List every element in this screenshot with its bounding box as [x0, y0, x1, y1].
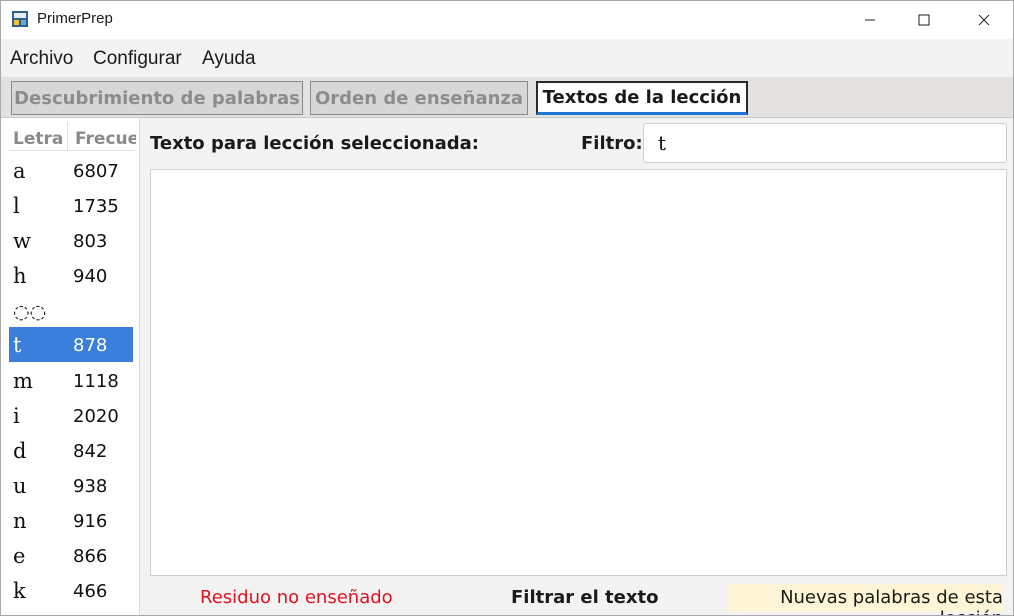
minimize-icon: [865, 19, 875, 21]
new-words-label: Nuevas palabras de esta lección: [780, 587, 1003, 615]
list-item-letter: a: [13, 159, 26, 183]
list-item-frequency: 803: [73, 231, 108, 252]
tab-descubrimiento-de-palabras[interactable]: Descubrimiento de palabras: [11, 81, 303, 115]
window-title: PrimerPrep: [37, 10, 113, 27]
list-item-letter: k: [13, 579, 26, 603]
list-item[interactable]: h 940: [9, 258, 133, 293]
tab-orden-de-ensenanza[interactable]: Orden de enseñanza: [310, 81, 528, 115]
list-header: Letra Frecuencia: [9, 122, 136, 151]
list-item[interactable]: a 6807: [9, 153, 133, 188]
list-item-frequency: 466: [73, 581, 108, 602]
column-header-frequency-cell[interactable]: Frecuencia: [67, 122, 136, 150]
close-button[interactable]: [961, 1, 1007, 39]
list-item-letter: t: [13, 333, 22, 357]
menu-configurar[interactable]: Configurar: [93, 48, 182, 70]
app-window: PrimerPrep Archivo Configurar Ayuda Desc…: [0, 0, 1014, 616]
list-item-frequency: 916: [73, 511, 108, 532]
list-item[interactable]: u 938: [9, 468, 133, 503]
list-item-frequency: 1118: [73, 371, 119, 392]
list-item-frequency: 866: [73, 546, 108, 567]
letter-list[interactable]: Letra Frecuencia a 6807 l 1735 w 803 h 9…: [1, 118, 140, 615]
new-words-button[interactable]: Nuevas palabras de esta lección: [727, 584, 1003, 615]
maximize-icon: [918, 14, 930, 26]
lesson-text-area[interactable]: [150, 169, 1007, 576]
list-item-letter: l: [13, 194, 20, 218]
list-item[interactable]: d 842: [9, 433, 133, 468]
app-icon: [12, 11, 28, 27]
list-item-frequency: 1735: [73, 196, 119, 217]
menu-archivo[interactable]: Archivo: [10, 48, 73, 70]
tab-label: Orden de enseñanza: [314, 87, 524, 109]
list-item[interactable]: e 866: [9, 538, 133, 573]
column-header-letter[interactable]: Letra: [13, 129, 63, 149]
list-item-letter: h: [13, 264, 27, 288]
list-item-letter: e: [13, 544, 26, 568]
list-item-letter: n: [13, 509, 27, 533]
list-item[interactable]: n 916: [9, 503, 133, 538]
list-item-selected[interactable]: t 878: [9, 327, 133, 362]
list-item[interactable]: w 803: [9, 223, 133, 258]
maximize-button[interactable]: [901, 1, 947, 39]
list-item[interactable]: ◌◌: [9, 293, 133, 328]
tab-label: Descubrimiento de palabras: [14, 87, 300, 109]
lesson-text-label: Texto para lección seleccionada:: [150, 133, 479, 154]
list-item-letter: d: [13, 439, 27, 463]
list-item[interactable]: k 466: [9, 573, 133, 608]
list-item-letter: u: [13, 474, 27, 498]
minimize-button[interactable]: [847, 1, 893, 39]
filter-label: Filtro:: [581, 133, 643, 154]
list-item-frequency: 940: [73, 266, 108, 287]
list-item-letter: m: [13, 369, 33, 393]
filter-text-button[interactable]: Filtrar el texto: [511, 587, 658, 608]
filter-input[interactable]: t: [643, 123, 1007, 163]
tab-textos-de-la-leccion[interactable]: Textos de la lección: [536, 81, 748, 115]
list-item-letter: i: [13, 404, 20, 428]
list-item[interactable]: m 1118: [9, 363, 133, 398]
list-item[interactable]: i 2020: [9, 398, 133, 433]
list-item-frequency: 878: [73, 335, 108, 356]
tab-strip: Descubrimiento de palabras Orden de ense…: [1, 77, 1013, 118]
close-icon: [978, 14, 990, 26]
list-item-frequency: 6807: [73, 161, 119, 182]
list-item-letter: ◌◌: [13, 301, 47, 323]
list-item-letter: w: [13, 229, 31, 253]
untaught-residue-button[interactable]: Residuo no enseñado: [200, 587, 393, 608]
menu-ayuda[interactable]: Ayuda: [202, 48, 256, 70]
list-item-frequency: 842: [73, 441, 108, 462]
menu-bar: Archivo Configurar Ayuda: [1, 39, 1013, 77]
list-item-frequency: 938: [73, 476, 108, 497]
title-bar: PrimerPrep: [1, 1, 1013, 39]
list-item[interactable]: l 1735: [9, 188, 133, 223]
list-item-frequency: 2020: [73, 406, 119, 427]
column-header-frequency: Frecuencia: [75, 129, 136, 149]
tab-label: Textos de la lección: [542, 87, 742, 108]
